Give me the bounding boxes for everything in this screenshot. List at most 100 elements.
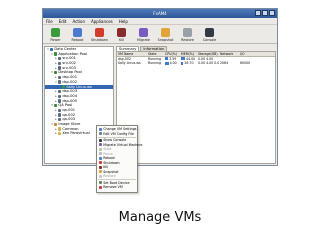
- menu-item-remove-vm[interactable]: Remove VM: [97, 185, 137, 190]
- edit-icon: [98, 132, 102, 136]
- snapshot-icon: [98, 170, 102, 174]
- settings-icon: [98, 127, 102, 131]
- main-area: ▾ Data Center ▾ Application Pool ▸ srv-001 ▸ sr…: [43, 46, 277, 165]
- cell-cpu: 4.00: [164, 61, 180, 66]
- menu-help[interactable]: Help: [119, 18, 128, 24]
- vm-table: VM Name State CPU(%) MEM(%) Storage(GB) Netwo…: [116, 51, 276, 164]
- pool-icon: [54, 52, 58, 56]
- kill-icon: [117, 28, 126, 37]
- kill-button[interactable]: Kill: [113, 28, 130, 42]
- server-icon: [58, 117, 62, 122]
- restore-icon: [98, 174, 102, 178]
- vm-manager-window: FxAM4 File Edit Action Appliances Help Power…: [42, 8, 278, 166]
- server-icon: [58, 89, 62, 94]
- toolbar-label: Power: [50, 38, 61, 42]
- window-controls: [255, 10, 275, 16]
- column-header[interactable]: VM Name: [117, 52, 147, 56]
- server-icon: [58, 66, 62, 70]
- toolbar-label: Kill: [118, 38, 125, 42]
- toolbar: Power Reboot Shutdown Kill Migrate Snapshot Re…: [43, 25, 277, 44]
- mem-value: 44.00: [185, 56, 196, 61]
- column-header[interactable]: CPU(%): [164, 52, 180, 56]
- console-button[interactable]: Console: [201, 28, 218, 42]
- cell-mem: 26.70: [180, 61, 197, 66]
- folder-icon: [58, 127, 62, 131]
- server-icon: [58, 99, 62, 103]
- toolbar-label: Restore: [181, 38, 194, 42]
- cell-io: 60000: [240, 61, 251, 66]
- table-row[interactable]: Sally Linux-ws Running 4.00 26.70 0.00 4.0…: [117, 61, 275, 66]
- datacenter-icon: [50, 47, 54, 52]
- menu-edit[interactable]: Edit: [59, 18, 67, 24]
- snapshot-icon: [161, 28, 170, 37]
- menu-item-label: Restore: [103, 174, 116, 178]
- reboot-button[interactable]: Reboot: [69, 28, 86, 42]
- server-icon: [58, 80, 62, 84]
- close-icon[interactable]: [269, 10, 275, 16]
- column-header[interactable]: State: [147, 52, 164, 56]
- shutdown-icon: [95, 28, 104, 37]
- reboot-icon: [73, 28, 82, 37]
- tree-item-label: Xen Paravirtual: [62, 131, 90, 136]
- power-icon: [51, 28, 60, 37]
- toolbar-label: Snapshot: [157, 38, 174, 42]
- mem-value: 26.70: [183, 61, 194, 66]
- menu-appliances[interactable]: Appliances: [91, 18, 113, 24]
- cell-state: Running: [148, 61, 162, 66]
- window-title: FxAM4: [153, 11, 167, 16]
- toolbar-label: Migrate: [137, 38, 150, 42]
- toolbar-label: Reboot: [71, 38, 84, 42]
- console-icon: [205, 28, 214, 37]
- minimize-icon[interactable]: [255, 10, 261, 16]
- server-icon: [58, 75, 62, 80]
- cpu-value: 4.00: [168, 61, 177, 66]
- server-icon: [58, 113, 62, 117]
- menu-item-label: Remove VM: [103, 185, 123, 189]
- toolbar-label: Console: [202, 38, 217, 42]
- restore-button[interactable]: Restore: [179, 28, 196, 42]
- migrate-icon: [139, 28, 148, 37]
- server-icon: [58, 108, 62, 112]
- migrate-icon: [98, 143, 102, 147]
- restore-icon: [183, 28, 192, 37]
- server-icon: [58, 94, 62, 98]
- remove-icon: [98, 185, 102, 189]
- store-icon: [54, 122, 58, 127]
- server-icon: [58, 57, 62, 61]
- menu-item-edit-vm-config-file[interactable]: Edit VM Config File: [97, 132, 137, 137]
- pause-icon: [98, 152, 102, 156]
- pool-icon: [54, 71, 58, 75]
- cell-network: 2064: [220, 61, 229, 66]
- vm-icon: [62, 85, 66, 89]
- power-button[interactable]: Power: [47, 28, 64, 42]
- snapshot-button[interactable]: Snapshot: [157, 28, 174, 42]
- context-menu: Change VM Settings Edit VM Config File Sho…: [96, 125, 142, 193]
- slide-caption: Manage VMs: [118, 210, 202, 225]
- menu-item-label: Edit VM Config File: [103, 131, 134, 136]
- boot-icon: [98, 181, 102, 185]
- menu-file[interactable]: File: [46, 18, 53, 24]
- toolbar-label: Shutdown: [91, 38, 108, 42]
- start-icon: [98, 147, 102, 151]
- server-icon: [58, 61, 62, 66]
- kill-icon: [98, 165, 102, 169]
- title-bar: FxAM4: [43, 9, 277, 18]
- cell-storage: 0.00 4.00 0.00: [198, 61, 219, 66]
- column-header[interactable]: Storage(GB): [197, 52, 219, 56]
- column-header[interactable]: MEM(%): [180, 52, 197, 56]
- menu-item-restore: Restore: [97, 174, 137, 179]
- pool-icon: [54, 103, 58, 108]
- menu-action[interactable]: Action: [72, 18, 85, 24]
- column-header[interactable]: I/O: [239, 52, 263, 56]
- menu-bar: File Edit Action Appliances Help: [43, 18, 277, 25]
- migrate-button[interactable]: Migrate: [135, 28, 152, 42]
- shutdown-icon: [98, 161, 102, 165]
- folder-icon: [58, 132, 62, 136]
- column-header[interactable]: Network: [219, 52, 239, 56]
- cell-name: Sally Linux-ws: [118, 61, 141, 66]
- reboot-icon: [98, 156, 102, 160]
- shutdown-button[interactable]: Shutdown: [91, 28, 108, 42]
- cpu-value: 3.59: [168, 56, 177, 61]
- console-icon: [98, 138, 102, 142]
- maximize-icon[interactable]: [262, 10, 268, 16]
